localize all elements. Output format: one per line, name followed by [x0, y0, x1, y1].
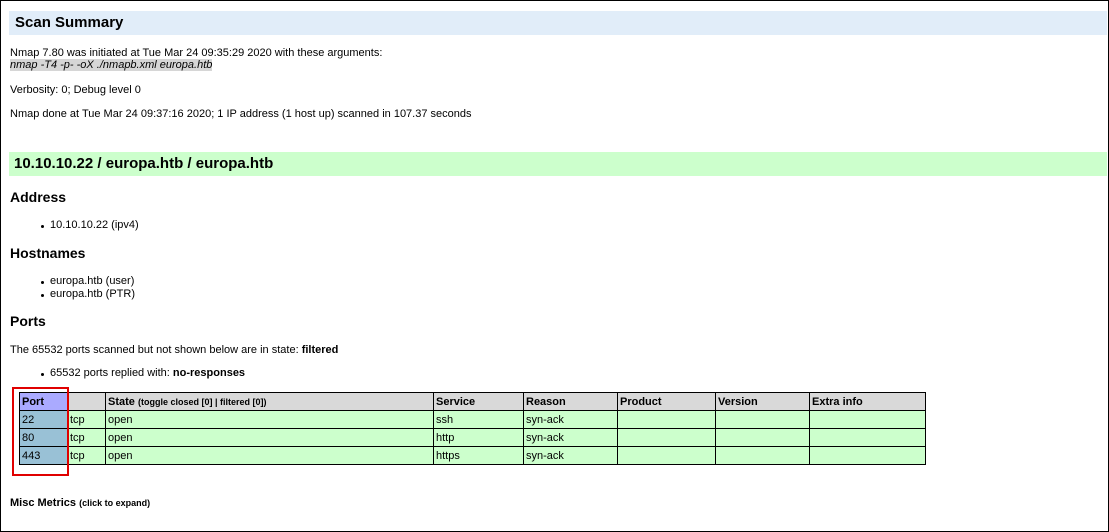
toggle-paren-close: ) — [263, 396, 267, 407]
reason-cell: syn-ack — [523, 428, 618, 447]
scan-summary-title: Scan Summary — [15, 14, 124, 31]
version-cell — [715, 428, 810, 447]
host-header: 10.10.10.22 / europa.htb / europa.htb — [9, 152, 1107, 176]
state-toggle-group: (toggle closed [0] | filtered [0]) — [138, 397, 267, 407]
toggle-filtered-link[interactable]: filtered [0] — [220, 397, 264, 407]
extra-info-cell — [809, 428, 926, 447]
report-frame: Scan Summary Nmap 7.80 was initiated at … — [0, 0, 1109, 532]
table-row: 80 tcp open http syn-ack — [19, 428, 926, 447]
service-cell: http — [433, 428, 524, 447]
ports-table: Port State (toggle closed [0] | filtered… — [19, 392, 926, 465]
product-cell — [617, 410, 716, 429]
state-cell: open — [105, 428, 434, 447]
state-header-label: State — [108, 395, 135, 408]
port-cell: 22 — [19, 410, 68, 429]
extra-reason-item: 65532 ports replied with: no-responses — [40, 367, 246, 379]
filtered-state: filtered — [301, 344, 339, 356]
reason-cell: syn-ack — [523, 446, 618, 465]
reason-cell: syn-ack — [523, 410, 618, 429]
protocol-cell: tcp — [67, 446, 106, 465]
service-column-header: Service — [433, 392, 524, 411]
extra-reason-value: no-responses — [172, 367, 246, 379]
host-title: 10.10.10.22 / europa.htb / europa.htb — [14, 155, 274, 172]
scan-initiated-text: Nmap 7.80 was initiated at Tue Mar 24 09… — [10, 47, 383, 59]
filtered-ports-text: The 65532 ports scanned but not shown be… — [10, 344, 338, 356]
verbosity-text: Verbosity: 0; Debug level 0 — [10, 84, 141, 96]
address-heading: Address — [10, 189, 67, 205]
product-cell — [617, 446, 716, 465]
scan-arguments: nmap -T4 -p- -oX ./nmapb.xml europa.htb — [10, 59, 213, 71]
hostname-item: europa.htb (user) — [40, 275, 135, 287]
product-cell — [617, 428, 716, 447]
hostnames-heading: Hostnames — [10, 245, 86, 261]
port-cell: 80 — [19, 428, 68, 447]
misc-metrics-label: Misc Metrics — [10, 497, 77, 509]
extra-info-cell — [809, 446, 926, 465]
product-column-header: Product — [617, 392, 716, 411]
scan-done-text: Nmap done at Tue Mar 24 09:37:16 2020; 1… — [10, 108, 472, 120]
state-cell: open — [105, 410, 434, 429]
extra-reason-prefix: 65532 ports replied with: — [50, 367, 173, 379]
version-column-header: Version — [715, 392, 810, 411]
filtered-ports-prefix: The 65532 ports scanned but not shown be… — [10, 344, 302, 356]
toggle-separator: | — [212, 396, 221, 407]
service-cell: https — [433, 446, 524, 465]
misc-metrics-toggle[interactable]: Misc Metrics (click to expand) — [10, 497, 150, 509]
protocol-column-header — [67, 392, 106, 411]
port-column-header[interactable]: Port — [19, 392, 68, 411]
table-row: 443 tcp open https syn-ack — [19, 446, 926, 465]
port-cell: 443 — [19, 446, 68, 465]
extra-info-column-header: Extra info — [809, 392, 926, 411]
extra-info-cell — [809, 410, 926, 429]
state-column-header: State (toggle closed [0] | filtered [0]) — [105, 392, 434, 411]
state-cell: open — [105, 446, 434, 465]
scan-summary-header: Scan Summary — [9, 11, 1107, 35]
reason-column-header: Reason — [523, 392, 618, 411]
address-item: 10.10.10.22 (ipv4) — [41, 219, 139, 231]
version-cell — [715, 410, 810, 429]
toggle-closed-link[interactable]: toggle closed [0] — [141, 397, 213, 407]
ports-heading: Ports — [10, 313, 46, 329]
table-row: 22 tcp open ssh syn-ack — [19, 410, 926, 429]
protocol-cell: tcp — [67, 428, 106, 447]
misc-metrics-hint: (click to expand) — [79, 498, 151, 508]
service-cell: ssh — [433, 410, 524, 429]
version-cell — [715, 446, 810, 465]
hostname-item: europa.htb (PTR) — [41, 288, 135, 300]
protocol-cell: tcp — [67, 410, 106, 429]
ports-table-header-row: Port State (toggle closed [0] | filtered… — [19, 392, 926, 411]
